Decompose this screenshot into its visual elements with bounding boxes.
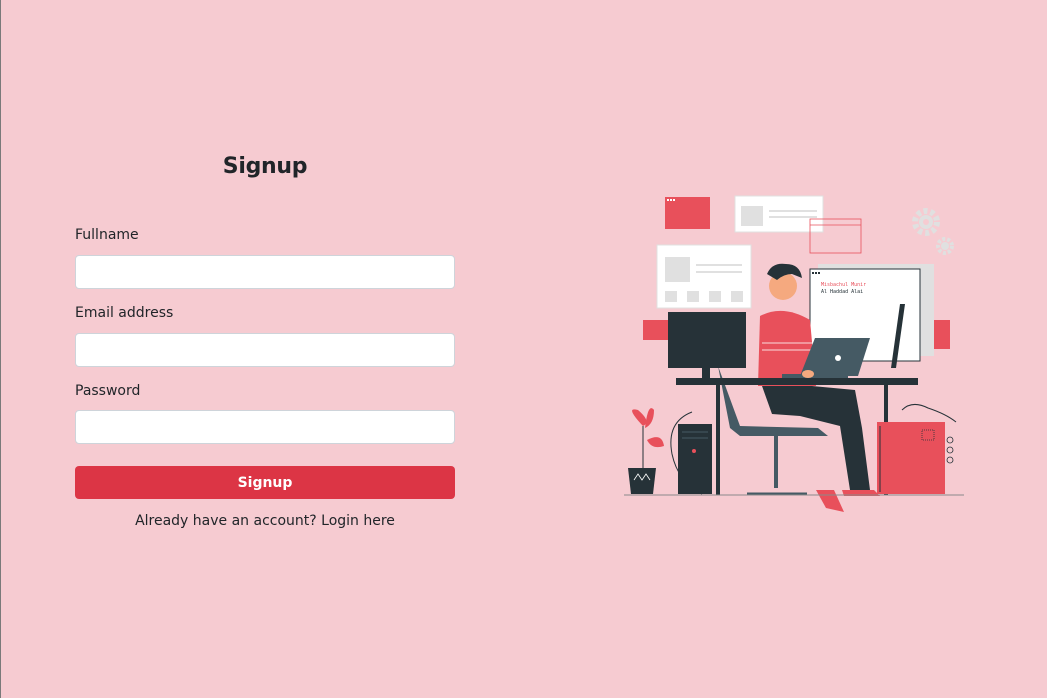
monitor-text-line-2: Al Haddad Alai xyxy=(821,289,863,295)
window-left-border xyxy=(0,0,1,698)
login-prompt-text: Already have an account? xyxy=(135,513,317,529)
pc-tower xyxy=(678,424,712,494)
email-label: Email address xyxy=(75,305,174,321)
potted-plant xyxy=(628,408,664,494)
monitor-text-line-1: Misbachul Munir xyxy=(821,282,866,288)
password-label: Password xyxy=(75,383,141,399)
login-link[interactable]: Login here xyxy=(321,513,395,529)
email-input[interactable] xyxy=(75,333,455,367)
password-input[interactable] xyxy=(75,410,455,444)
gear-icon xyxy=(912,208,954,255)
signup-button[interactable]: Signup xyxy=(75,466,455,499)
floating-window-white-left xyxy=(656,244,752,309)
login-prompt: Already have an account? Login here xyxy=(75,513,455,529)
floating-window-red-small xyxy=(665,197,710,229)
fullname-label: Fullname xyxy=(75,227,139,243)
page-title: Signup xyxy=(222,154,308,179)
red-cabinet xyxy=(877,404,957,494)
desktop-monitor xyxy=(668,312,746,378)
person-hand xyxy=(802,370,814,378)
fullname-input[interactable] xyxy=(75,255,455,289)
workspace-illustration: Misbachul Munir Al Haddad Alai xyxy=(624,195,964,512)
floating-window-red-left xyxy=(643,320,671,340)
